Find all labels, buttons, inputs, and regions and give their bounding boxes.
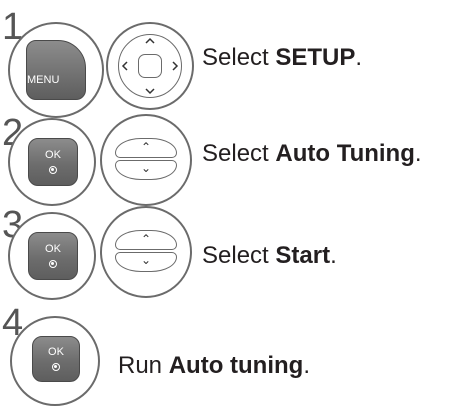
ok-dot-icon: [52, 363, 60, 371]
four-way-navigation-icon[interactable]: [106, 22, 194, 110]
step-2-instruction: Select Auto Tuning.: [202, 140, 422, 167]
chevron-down-icon: ⌄: [141, 161, 152, 175]
ok-dot-icon: [49, 260, 57, 268]
up-button[interactable]: ⌃: [115, 230, 177, 250]
chevron-up-icon: ⌃: [141, 140, 152, 154]
up-down-buttons: ⌃ ⌄: [115, 138, 177, 182]
menu-button-icon[interactable]: MENU: [26, 40, 86, 100]
ok-button-label: OK: [48, 346, 64, 358]
step-4-instruction: Run Auto tuning.: [118, 352, 310, 379]
up-button[interactable]: ⌃: [115, 138, 177, 158]
ok-button-icon[interactable]: OK: [28, 138, 78, 186]
step-1-instruction: Select SETUP.: [202, 44, 363, 71]
step-3-instruction: Select Start.: [202, 242, 337, 269]
nav-up-arrow: [145, 37, 155, 44]
ok-button-icon[interactable]: OK: [28, 232, 78, 280]
ok-button-label: OK: [45, 149, 61, 161]
chevron-up-icon: ⌃: [141, 232, 152, 246]
down-button[interactable]: ⌄: [115, 160, 177, 180]
nav-down-arrow: [145, 88, 155, 95]
nav-left-arrow: [121, 61, 128, 71]
nav-arrows-icon: [121, 37, 179, 95]
ok-button-label: OK: [45, 243, 61, 255]
nav-right-arrow: [172, 61, 179, 71]
down-button[interactable]: ⌄: [115, 252, 177, 272]
ok-dot-icon: [49, 166, 57, 174]
menu-button-label: MENU: [27, 74, 60, 86]
ok-button-icon[interactable]: OK: [32, 336, 80, 382]
chevron-down-icon: ⌄: [141, 253, 152, 267]
up-down-buttons: ⌃ ⌄: [115, 230, 177, 274]
